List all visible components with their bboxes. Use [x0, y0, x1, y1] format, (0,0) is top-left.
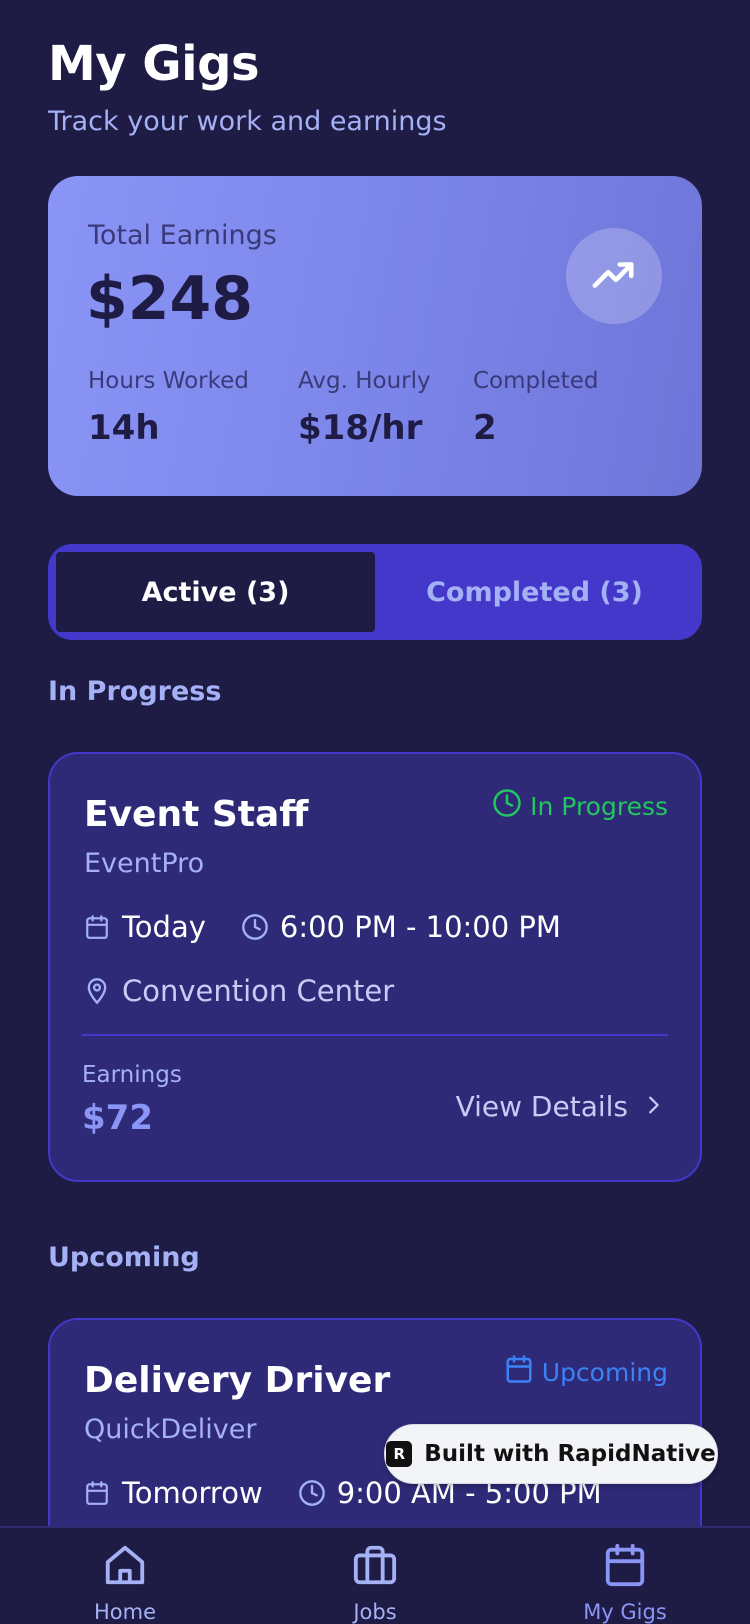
card-divider [82, 1034, 668, 1036]
gig-title: Event Staff [84, 794, 309, 835]
view-details-label: View Details [455, 1090, 628, 1123]
earnings-summary-card: Total Earnings $248 Hours Worked 14h Avg… [48, 176, 702, 496]
stat-label: Hours Worked [88, 368, 249, 394]
stat-value: 14h [88, 408, 160, 448]
view-details-button[interactable]: View Details [456, 1090, 664, 1123]
clock-icon [240, 912, 270, 942]
total-earnings-value: $248 [86, 264, 253, 334]
stat-label: Completed [473, 368, 599, 394]
map-pin-icon [82, 976, 112, 1006]
section-title-in-progress: In Progress [48, 676, 222, 707]
stat-label: Avg. Hourly [298, 368, 431, 394]
nav-label: Jobs [353, 1600, 397, 1624]
stat-hours-worked: Hours Worked 14h [88, 368, 249, 448]
gig-card-event-staff[interactable]: Event Staff EventPro In Progress Today 6… [48, 752, 702, 1182]
section-title-upcoming: Upcoming [48, 1242, 200, 1273]
trending-up-icon [566, 228, 662, 324]
stat-avg-hourly: Avg. Hourly $18/hr [298, 368, 431, 448]
stat-completed: Completed 2 [473, 368, 598, 448]
gig-title: Delivery Driver [84, 1360, 391, 1401]
status-label: In Progress [530, 791, 668, 821]
status-label: Upcoming [541, 1357, 668, 1387]
stat-value: $18/hr [298, 408, 423, 448]
gig-date: Today [122, 910, 206, 944]
nav-item-jobs[interactable]: Jobs [300, 1542, 450, 1624]
calendar-icon [504, 1354, 534, 1390]
nav-label: My Gigs [583, 1600, 667, 1624]
gig-date: Tomorrow [122, 1476, 263, 1510]
gig-schedule: Today 6:00 PM - 10:00 PM [82, 910, 561, 944]
gig-time: 6:00 PM - 10:00 PM [279, 910, 561, 944]
nav-item-home[interactable]: Home [50, 1542, 200, 1624]
badge-label: Built with RapidNative [424, 1441, 716, 1467]
nav-label: Home [93, 1600, 156, 1624]
page-subtitle: Track your work and earnings [48, 106, 447, 137]
briefcase-icon [352, 1542, 398, 1592]
total-earnings-label: Total Earnings [88, 220, 277, 251]
calendar-icon [82, 912, 112, 942]
clock-icon [492, 788, 522, 824]
gig-company: QuickDeliver [84, 1414, 257, 1445]
home-icon [102, 1542, 148, 1592]
tab-completed[interactable]: Completed (3) [375, 552, 694, 632]
gig-earnings-label: Earnings [82, 1062, 182, 1088]
gig-earnings-value: $72 [82, 1098, 153, 1138]
my-gigs-screen: My Gigs Track your work and earnings Tot… [0, 0, 750, 1624]
page-title: My Gigs [48, 36, 260, 92]
gig-location: Convention Center [82, 974, 394, 1008]
clock-icon [297, 1478, 327, 1508]
page-header: My Gigs Track your work and earnings [48, 36, 447, 137]
rapidnative-logo-icon: R [386, 1441, 413, 1467]
status-badge: Upcoming [504, 1354, 668, 1390]
gig-company: EventPro [84, 848, 205, 879]
calendar-icon [82, 1478, 112, 1508]
chevron-right-icon [642, 1090, 664, 1123]
status-badge: In Progress [492, 788, 668, 824]
tab-active[interactable]: Active (3) [56, 552, 375, 632]
stat-value: 2 [473, 408, 497, 448]
bottom-tab-bar: Home Jobs My Gigs [0, 1526, 750, 1624]
calendar-icon [602, 1542, 648, 1592]
gig-status-tabs: Active (3) Completed (3) [48, 544, 702, 640]
gig-location-text: Convention Center [122, 974, 395, 1008]
built-with-badge[interactable]: R Built with RapidNative [384, 1424, 718, 1484]
nav-item-my-gigs[interactable]: My Gigs [550, 1542, 700, 1624]
